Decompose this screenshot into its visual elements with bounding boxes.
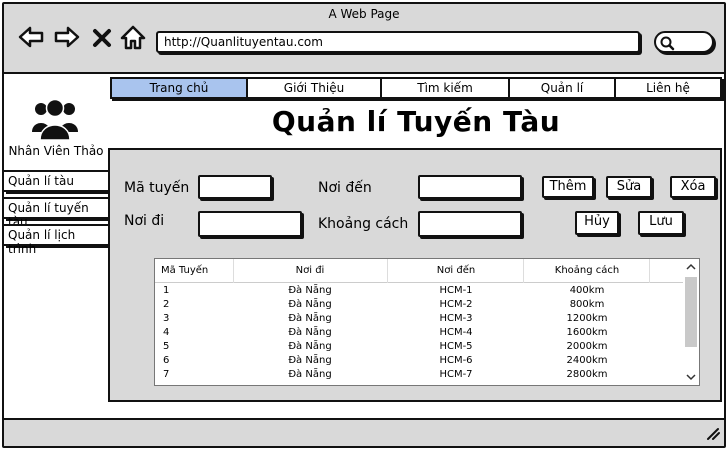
route-code-field[interactable]	[198, 175, 272, 199]
resize-grip-icon[interactable]	[704, 426, 720, 440]
distance-field[interactable]	[418, 211, 522, 237]
content-divider	[4, 72, 724, 74]
tab-trang-chu[interactable]: Trang chủ	[112, 79, 248, 97]
cell-ma-tuyen: 3	[163, 313, 170, 324]
cell-khoang-cach: 800km	[569, 299, 605, 310]
url-field[interactable]: http://Quanlituyentau.com	[156, 31, 640, 53]
sidebar-item-quan-li-tau[interactable]: Quản lí tàu	[4, 170, 110, 192]
status-bar	[4, 420, 724, 446]
cell-noi-den: HCM-5	[439, 341, 473, 352]
tab-lien-he[interactable]: Liên hệ	[616, 79, 720, 97]
table-row[interactable]: 1 Đà Nẵng HCM-1 400km	[155, 285, 683, 298]
save-button[interactable]: Lưu	[638, 211, 684, 235]
cell-noi-di: Đà Nẵng	[288, 369, 332, 380]
cell-noi-di: Đà Nẵng	[288, 341, 332, 352]
cell-khoang-cach: 1200km	[566, 313, 608, 324]
users-icon	[32, 98, 78, 141]
cell-noi-den: HCM-2	[439, 299, 473, 310]
cell-noi-di: Đà Nẵng	[288, 327, 332, 338]
distance-label: Khoảng cách	[318, 216, 409, 232]
destination-field[interactable]	[418, 175, 522, 199]
search-icon	[660, 36, 675, 51]
cell-ma-tuyen: 7	[163, 369, 170, 380]
cell-khoang-cach: 2800km	[566, 369, 608, 380]
column-header-ma-tuyen[interactable]: Mã Tuyến	[161, 265, 233, 276]
scroll-thumb[interactable]	[685, 277, 697, 347]
home-icon[interactable]	[118, 22, 148, 52]
table-row[interactable]: 2 Đà Nẵng HCM-2 800km	[155, 299, 683, 312]
cell-noi-den: HCM-3	[439, 313, 473, 324]
cancel-button[interactable]: Hủy	[575, 211, 619, 235]
column-header-noi-den[interactable]: Nơi đến	[389, 265, 523, 276]
page-title: Quản lí Tuyến Tàu	[271, 105, 561, 138]
routes-table: Mã Tuyến Nơi đi Nơi đến Khoảng cách 1 Đà…	[154, 258, 700, 386]
sidebar-item-quan-li-lich-trinh[interactable]: Quản lí lịch trình	[4, 224, 110, 256]
delete-button[interactable]: Xóa	[670, 176, 716, 198]
edit-button[interactable]: Sửa	[606, 176, 652, 198]
forward-icon[interactable]	[52, 22, 82, 52]
add-button[interactable]: Thêm	[542, 176, 594, 198]
cell-khoang-cach: 2000km	[566, 341, 608, 352]
table-row[interactable]: 4 Đà Nẵng HCM-4 1600km	[155, 327, 683, 340]
cell-noi-den: HCM-7	[439, 369, 473, 380]
cell-khoang-cach: 1600km	[566, 327, 608, 338]
table-header: Mã Tuyến Nơi đi Nơi đến Khoảng cách	[155, 259, 683, 283]
route-code-label: Mã tuyến	[124, 180, 190, 196]
close-icon[interactable]	[90, 22, 114, 52]
employee-name: Nhân Viên Thảo	[8, 144, 104, 158]
chevron-down-icon[interactable]	[686, 373, 696, 381]
tab-tim-kiem[interactable]: Tìm kiếm	[382, 79, 510, 97]
cell-noi-den: HCM-6	[439, 355, 473, 366]
tab-quan-li[interactable]: Quản lí	[510, 79, 616, 97]
cell-noi-di: Đà Nẵng	[288, 313, 332, 324]
origin-field[interactable]	[198, 211, 302, 237]
column-header-noi-di[interactable]: Nơi đi	[235, 265, 385, 276]
table-row[interactable]: 7 Đà Nẵng HCM-7 2800km	[155, 369, 683, 382]
cell-ma-tuyen: 1	[163, 285, 170, 296]
main-nav: Trang chủ Giới Thiệu Tìm kiếm Quản lí Li…	[110, 77, 722, 99]
table-row[interactable]: 6 Đà Nẵng HCM-6 2400km	[155, 355, 683, 368]
back-icon[interactable]	[16, 22, 46, 52]
browser-search-field[interactable]	[654, 31, 714, 53]
cell-khoang-cach: 400km	[569, 285, 605, 296]
table-scrollbar[interactable]	[683, 259, 699, 385]
destination-label: Nơi đến	[318, 180, 372, 196]
chevron-up-icon[interactable]	[686, 263, 696, 271]
cell-ma-tuyen: 4	[163, 327, 170, 338]
cell-ma-tuyen: 5	[163, 341, 170, 352]
cell-noi-di: Đà Nẵng	[288, 355, 332, 366]
column-header-khoang-cach[interactable]: Khoảng cách	[525, 265, 649, 276]
cell-ma-tuyen: 6	[163, 355, 170, 366]
cell-noi-di: Đà Nẵng	[288, 299, 332, 310]
table-row[interactable]: 5 Đà Nẵng HCM-5 2000km	[155, 341, 683, 354]
cell-noi-den: HCM-4	[439, 327, 473, 338]
cell-noi-den: HCM-1	[439, 285, 473, 296]
cell-ma-tuyen: 2	[163, 299, 170, 310]
origin-label: Nơi đi	[124, 213, 165, 229]
table-row[interactable]: 3 Đà Nẵng HCM-3 1200km	[155, 313, 683, 326]
sidebar-item-quan-li-tuyen-tau[interactable]: Quản lí tuyến tàu	[4, 197, 110, 229]
cell-khoang-cach: 2400km	[566, 355, 608, 366]
cell-noi-di: Đà Nẵng	[288, 285, 332, 296]
window-title: A Web Page	[328, 7, 400, 21]
tab-gioi-thieu[interactable]: Giới Thiệu	[248, 79, 382, 97]
